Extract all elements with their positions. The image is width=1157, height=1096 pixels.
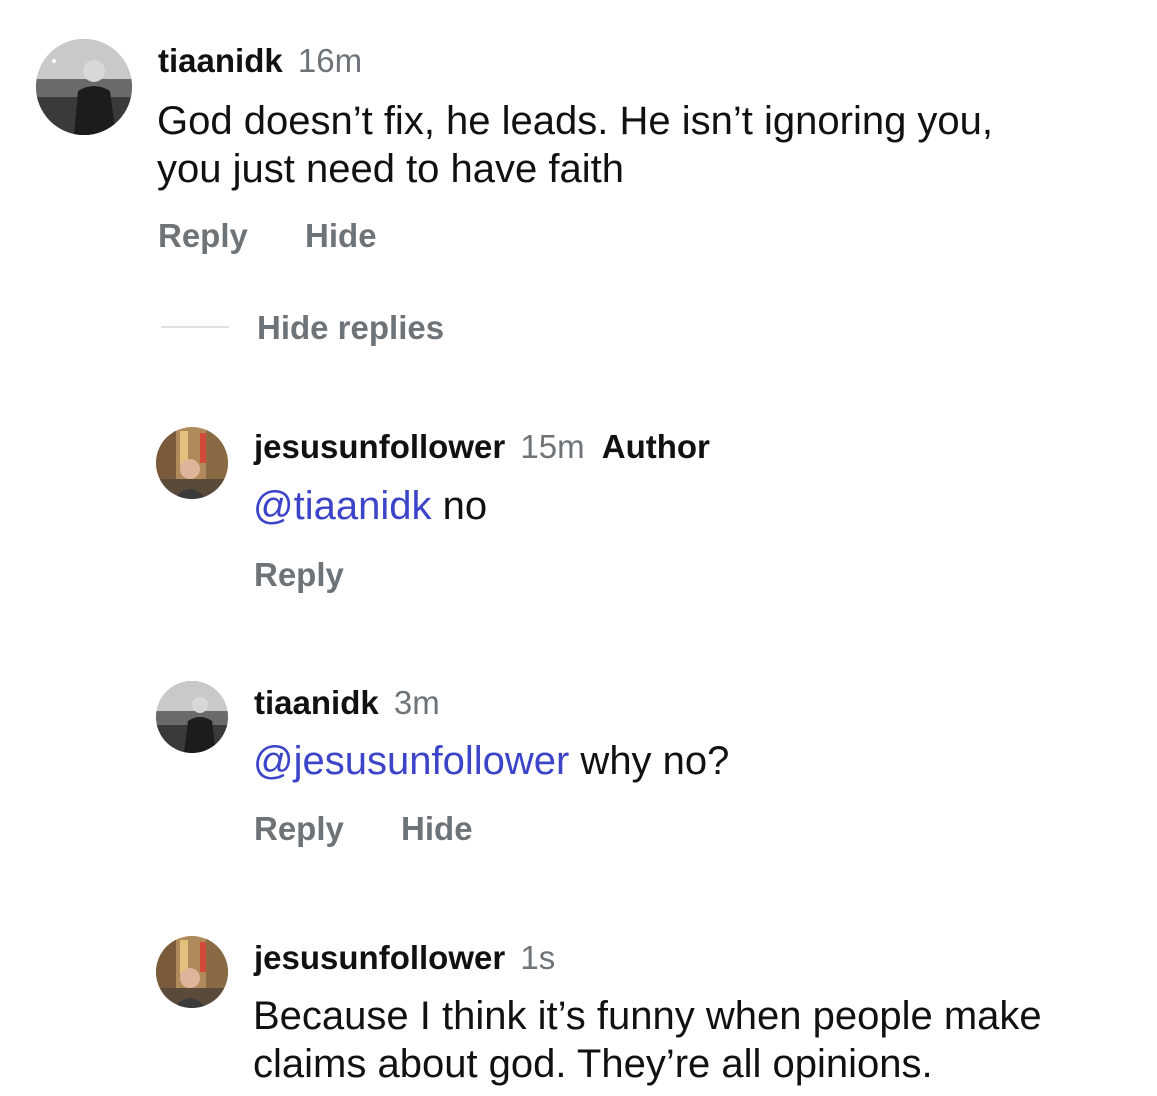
username[interactable]: tiaanidk xyxy=(158,42,283,79)
reply-button[interactable]: Reply xyxy=(254,812,344,845)
avatar[interactable] xyxy=(156,936,228,1008)
timestamp: 15m xyxy=(520,428,585,465)
mention-link[interactable]: @jesusunfollower xyxy=(253,739,569,783)
hide-replies-button[interactable]: Hide replies xyxy=(257,311,444,344)
hide-button[interactable]: Hide xyxy=(305,219,377,252)
comment-text: Because I think it’s funny when people m… xyxy=(253,994,1042,1086)
timestamp: 1s xyxy=(520,939,556,976)
hide-button[interactable]: Hide xyxy=(401,812,473,845)
profile-photo-icon xyxy=(36,39,132,135)
reply-button[interactable]: Reply xyxy=(254,558,344,591)
comment-text: God doesn’t fix, he leads. He isn’t igno… xyxy=(157,99,994,191)
username[interactable]: jesusunfollower xyxy=(254,428,505,465)
timestamp: 3m xyxy=(393,684,440,721)
comment-text: @tiaanidk no xyxy=(253,484,488,528)
username[interactable]: jesusunfollower xyxy=(254,939,505,976)
comment-text: @jesusunfollower why no? xyxy=(253,739,730,783)
username[interactable]: tiaanidk xyxy=(254,684,379,721)
timestamp: 16m xyxy=(297,42,363,79)
avatar[interactable] xyxy=(156,427,228,499)
mention-link[interactable]: @tiaanidk xyxy=(253,484,431,528)
avatar[interactable] xyxy=(156,681,228,753)
profile-photo-icon xyxy=(156,681,228,753)
profile-photo-icon xyxy=(156,427,228,499)
avatar[interactable] xyxy=(36,39,132,135)
divider xyxy=(161,326,229,328)
reply-button[interactable]: Reply xyxy=(158,219,248,252)
profile-photo-icon xyxy=(156,936,228,1008)
author-badge: Author xyxy=(601,428,710,465)
